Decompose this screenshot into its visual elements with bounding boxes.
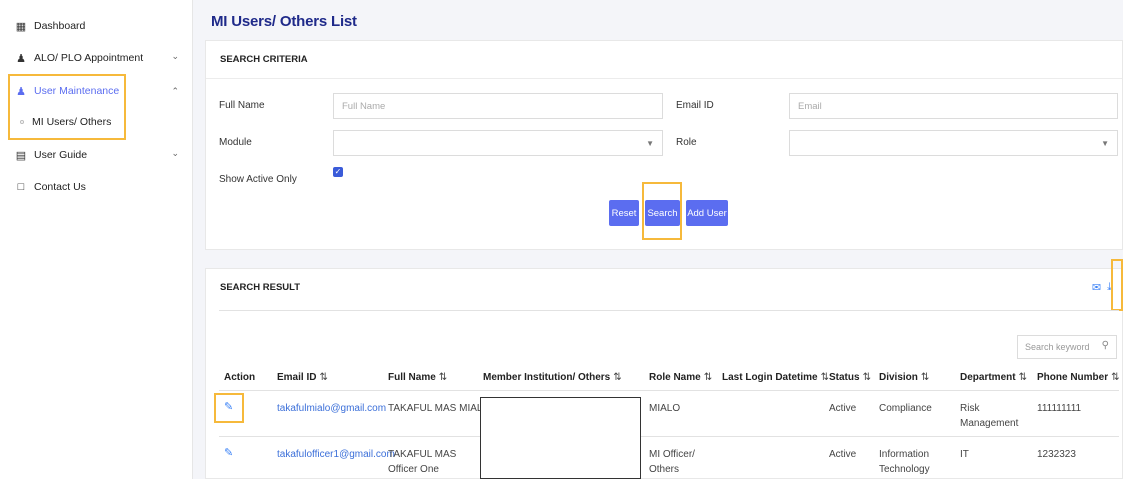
caret-down-icon: ▼: [646, 139, 654, 148]
add-user-button[interactable]: Add User: [686, 200, 728, 226]
row-divider: [219, 436, 1119, 437]
sidebar-item-mi-users[interactable]: MI Users/ Others: [0, 111, 193, 133]
chat-icon: □: [17, 181, 25, 193]
phone-cell: 111111111: [1037, 403, 1082, 414]
chevron-up-icon: ⌃: [171, 86, 179, 96]
search-keyword-placeholder: Search keyword: [1025, 342, 1090, 352]
email-field[interactable]: Email: [789, 93, 1118, 119]
result-actions: ✉ ⤓: [1092, 281, 1112, 294]
module-select[interactable]: ▼: [333, 130, 663, 156]
sidebar-item-user-guide[interactable]: ▤ User Guide ⌄: [0, 143, 193, 167]
redaction-box: [480, 397, 641, 479]
department-cell: Risk Management: [960, 403, 1019, 429]
sort-icon[interactable]: ⇅: [1111, 372, 1119, 383]
email-link[interactable]: takafulmialo@gmail.com: [277, 401, 386, 416]
sidebar-item-label: Dashboard: [34, 20, 86, 32]
status-cell: Active: [829, 403, 857, 414]
email-link[interactable]: takafulofficer1@gmail.com: [277, 447, 395, 462]
active-only-checkbox[interactable]: ✓: [333, 167, 343, 177]
document-icon: ▤: [15, 149, 27, 162]
sort-icon[interactable]: ⇅: [319, 372, 327, 383]
col-label: Member Institution/ Others: [483, 372, 611, 383]
role-cell: MI Officer/ Others: [649, 449, 695, 475]
col-full-name[interactable]: Full Name ⇅: [388, 372, 447, 383]
col-label: Role Name: [649, 372, 701, 383]
sort-icon[interactable]: ⇅: [1019, 372, 1027, 383]
role-label: Role: [676, 137, 697, 148]
reset-button[interactable]: Reset: [609, 200, 639, 226]
full-name-cell: TAKAFUL MAS MIALO: [388, 403, 491, 414]
col-label: Status: [829, 372, 860, 383]
search-result-heading: SEARCH RESULT: [220, 281, 301, 293]
sidebar-item-label: User Guide: [34, 149, 88, 161]
sidebar: ▦ Dashboard ♟ ALO/ PLO Appointment ⌄ ♟ U…: [0, 0, 193, 479]
search-criteria-heading: SEARCH CRITERIA: [206, 41, 1122, 79]
sidebar-item-label: Contact Us: [34, 181, 86, 193]
grid-icon: ▦: [15, 20, 27, 33]
col-label: Action: [224, 372, 256, 383]
division-cell: Information Technology: [879, 449, 930, 475]
sidebar-item-label: MI Users/ Others: [32, 116, 112, 128]
department-cell: IT: [960, 449, 969, 460]
user-add-icon: ♟: [16, 52, 26, 65]
module-label: Module: [219, 137, 252, 148]
divider: [219, 310, 1119, 311]
dot-icon: [20, 120, 24, 124]
sort-icon[interactable]: ⇅: [704, 372, 712, 383]
sort-icon[interactable]: ⇅: [821, 372, 829, 383]
col-role-name[interactable]: Role Name ⇅: [649, 372, 712, 383]
col-division[interactable]: Division ⇅: [879, 372, 929, 383]
col-label: Division: [879, 372, 918, 383]
edit-icon[interactable]: ✎: [224, 446, 233, 459]
col-phone[interactable]: Phone Number ⇅: [1037, 372, 1120, 383]
col-label: Last Login Datetime: [722, 372, 818, 383]
col-label: Full Name: [388, 372, 436, 383]
header-divider: [219, 390, 1119, 391]
sidebar-item-label: ALO/ PLO Appointment: [34, 52, 144, 64]
sort-icon[interactable]: ⇅: [863, 372, 871, 383]
col-label: Department: [960, 372, 1016, 383]
chevron-down-icon: ⌄: [171, 148, 179, 158]
sidebar-item-appointment[interactable]: ♟ ALO/ PLO Appointment ⌄: [0, 46, 193, 70]
caret-down-icon: ▼: [1101, 139, 1109, 148]
download-icon[interactable]: ⤓: [1107, 281, 1112, 294]
search-button[interactable]: Search: [645, 200, 680, 226]
active-only-label: Show Active Only: [219, 174, 297, 185]
sidebar-item-label: User Maintenance: [34, 85, 120, 97]
page-title: MI Users/ Others List: [211, 13, 357, 30]
col-label: Email ID: [277, 372, 317, 383]
sidebar-item-user-maintenance[interactable]: ♟ User Maintenance ⌃: [0, 79, 193, 103]
sort-icon[interactable]: ⇅: [921, 372, 929, 383]
sidebar-item-dashboard[interactable]: ▦ Dashboard: [0, 14, 193, 38]
full-name-label: Full Name: [219, 100, 265, 111]
col-status[interactable]: Status ⇅: [829, 372, 871, 383]
role-select[interactable]: ▼: [789, 130, 1118, 156]
status-cell: Active: [829, 449, 857, 460]
users-icon: ♟: [16, 85, 26, 98]
phone-cell: 1232323: [1037, 449, 1076, 460]
col-member-institution[interactable]: Member Institution/ Others ⇅: [483, 372, 622, 383]
division-cell: Compliance: [879, 403, 932, 414]
search-keyword-input[interactable]: Search keyword ⚲: [1017, 335, 1117, 359]
full-name-field[interactable]: Full Name: [333, 93, 663, 119]
sidebar-item-contact-us[interactable]: □ Contact Us: [0, 175, 193, 199]
col-label: Phone Number: [1037, 372, 1109, 383]
search-icon: ⚲: [1101, 340, 1109, 351]
chevron-down-icon: ⌄: [171, 51, 179, 61]
col-last-login[interactable]: Last Login Datetime ⇅: [722, 372, 829, 383]
col-email[interactable]: Email ID ⇅: [277, 372, 328, 383]
edit-icon[interactable]: ✎: [224, 400, 233, 413]
full-name-cell: TAKAFUL MAS Officer One: [388, 449, 457, 475]
sort-icon[interactable]: ⇅: [439, 372, 447, 383]
col-action: Action: [224, 372, 255, 383]
email-label: Email ID: [676, 100, 714, 111]
email-icon[interactable]: ✉: [1092, 281, 1101, 294]
col-department[interactable]: Department ⇅: [960, 372, 1027, 383]
role-cell: MIALO: [649, 403, 681, 414]
sort-icon[interactable]: ⇅: [613, 372, 621, 383]
